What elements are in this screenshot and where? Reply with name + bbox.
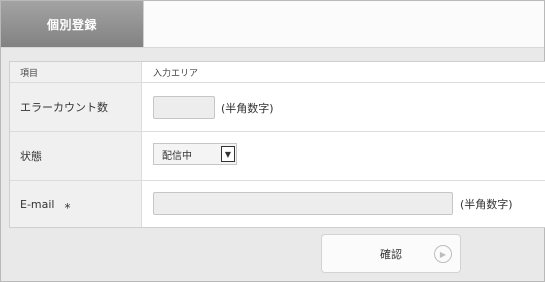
table-row-status: 状態 配信中 ▼ <box>10 132 545 181</box>
table-header-row: 項目 入力エリア <box>10 62 545 83</box>
cell-email: (半角数字) <box>143 181 545 227</box>
confirm-button-label: 確認 <box>380 247 402 261</box>
header-input-area: 入力エリア <box>153 68 199 79</box>
label-status: 状態 <box>10 132 142 180</box>
confirm-button[interactable]: 確認 ▶ <box>321 234 461 273</box>
error-count-input[interactable] <box>153 96 215 119</box>
email-label-text: E-mail <box>20 197 55 211</box>
arrow-down-icon[interactable]: ▼ <box>221 146 235 162</box>
label-error-count: エラーカウント数 <box>10 83 142 131</box>
required-mark: * <box>64 201 71 215</box>
tab-label: 個別登録 <box>46 17 97 32</box>
header-item: 項目 <box>10 62 142 82</box>
label-email: E-mail * <box>10 181 142 227</box>
main-window: 個別登録 項目 入力エリア エラーカウント数 (半角数字) 状態 配信中 ▼ E… <box>0 0 545 282</box>
status-select[interactable]: 配信中 ▼ <box>153 143 237 165</box>
cell-status: 配信中 ▼ <box>143 132 545 180</box>
registration-form-table: 項目 入力エリア エラーカウント数 (半角数字) 状態 配信中 ▼ E-mail… <box>9 61 545 228</box>
status-select-value: 配信中 <box>162 150 192 162</box>
tab-individual-registration[interactable]: 個別登録 <box>1 1 143 47</box>
error-count-hint: (半角数字) <box>221 102 274 115</box>
email-input[interactable] <box>153 192 453 215</box>
tab-bar: 個別登録 <box>1 1 544 48</box>
play-circle-icon: ▶ <box>434 245 452 263</box>
cell-error-count: (半角数字) <box>143 83 545 131</box>
table-row-email: E-mail * (半角数字) <box>10 181 545 227</box>
table-row-error-count: エラーカウント数 (半角数字) <box>10 83 545 132</box>
email-hint: (半角数字) <box>460 198 513 211</box>
tab-divider <box>143 1 144 47</box>
